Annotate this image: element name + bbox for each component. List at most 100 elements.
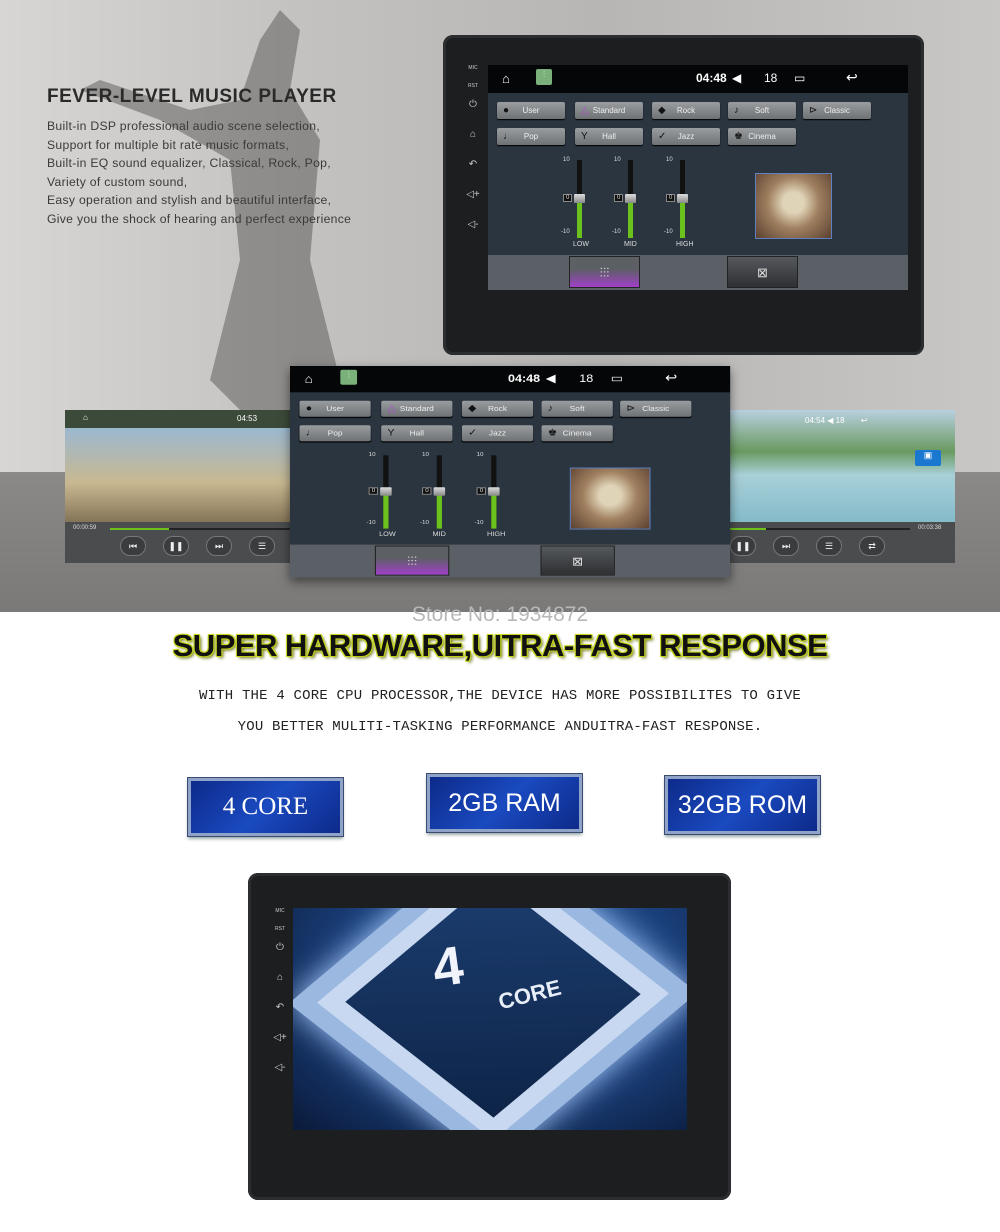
next-button[interactable]: ⏭ [206,536,232,556]
band-slider-low[interactable] [574,160,585,238]
bottom-bar: ⫶⫶⫶ ⊠ [290,544,731,578]
equalizer-button[interactable]: ⫶⫶⫶ [374,545,450,576]
home-icon[interactable]: ⌂ [502,71,510,86]
preset-soft-button[interactable]: ♪ Soft [541,400,613,417]
band-knob[interactable] [677,194,688,203]
pip-button[interactable]: ▣ [915,450,941,466]
band-level-fill [491,491,497,529]
preset-classic-button[interactable]: ⊳ Classic [803,102,871,119]
band-slider-high[interactable] [677,160,688,238]
band-knob[interactable] [625,194,636,203]
back-icon[interactable]: ↶ [268,1002,292,1013]
previous-button[interactable]: ⏮ [120,536,146,556]
home-icon[interactable]: ⌂ [461,129,485,140]
intro-line: Built-in DSP professional audio scene se… [47,119,320,133]
preset-rock-button[interactable]: ◆ Rock [461,400,534,417]
video-frame [725,410,955,528]
band-knob[interactable] [380,487,392,496]
preset-pop-button[interactable]: ♩ Pop [497,128,565,145]
band-label: LOW [573,241,589,248]
intro-line: Give you the shock of hearing and perfec… [47,211,352,226]
preset-hall-button[interactable]: Y Hall [381,425,453,442]
band-min-label: -10 [419,520,430,526]
band-value: 0 [476,487,487,495]
preset-jazz-button[interactable]: ✓ Jazz [652,128,720,145]
preset-hall-button[interactable]: Y Hall [575,128,643,145]
volume-up-icon[interactable]: ◁+ [461,189,485,200]
preset-label: Soft [754,106,770,115]
band-slider-low[interactable] [380,455,392,529]
power-icon[interactable]: ⏻ [268,942,292,953]
back-icon[interactable]: ↩ [846,69,858,86]
status-bar: ⌂ 04:53 [65,410,295,428]
repeat-button[interactable]: ⇄ [859,536,885,556]
band-max-label: 10 [614,157,621,163]
volume-down-icon[interactable]: ◁- [268,1062,292,1073]
preset-cinema-button[interactable]: ♚ Cinema [728,128,796,145]
preset-label: User [326,404,344,413]
band-knob[interactable] [488,487,500,496]
preset-standard-button[interactable]: △ Standard [575,102,643,119]
band-knob[interactable] [574,194,585,203]
store-watermark: Store No: 1934872 [411,603,589,626]
band-value: 0 [563,194,573,202]
playlist-button[interactable]: ☰ [249,536,275,556]
clock: 04:48 [507,371,541,385]
pause-button[interactable]: ❚❚ [730,536,756,556]
band-slider-high[interactable] [488,455,500,529]
preset-soft-button[interactable]: ♪ Soft [728,102,796,119]
volume-icon: ◀ [545,371,556,385]
volume-level: 18 [835,416,845,425]
check-icon: ✓ [468,428,477,439]
band-slider-mid[interactable] [433,455,446,529]
volume-down-icon[interactable]: ◁- [461,219,485,230]
next-button[interactable]: ⏭ [773,536,799,556]
pause-button[interactable]: ❚❚ [163,536,189,556]
equalizer-app-icon[interactable]: ⫶ [536,69,552,85]
recent-apps-icon[interactable]: ▭ [794,71,805,85]
seek-bar[interactable] [730,528,910,530]
band-slider-mid[interactable] [625,160,636,238]
equalizer-app-icon[interactable]: ⫶ [340,369,358,385]
side-button-strip: MIC RST ⏻ ⌂ ↶ ◁+ ◁- [268,908,292,1108]
equalizer-button[interactable]: ⫶⫶⫶ [569,256,640,288]
preset-cinema-button[interactable]: ♚ Cinema [541,425,613,442]
preset-rock-button[interactable]: ◆ Rock [652,102,720,119]
preset-standard-button[interactable]: △ Standard [381,400,453,417]
home-icon[interactable]: ⌂ [268,972,292,983]
recent-apps-icon[interactable]: ▭ [611,372,623,385]
volume-level: 18 [579,371,594,385]
guitar-icon: ♩ [305,428,317,439]
volume-up-icon[interactable]: ◁+ [268,1032,292,1043]
total-time: 00:03:38 [918,525,942,531]
preset-pop-button[interactable]: ♩ Pop [299,425,371,442]
preset-label: Classic [642,404,670,413]
preset-user-button[interactable]: ● User [299,400,371,417]
mic-label: MIC [468,65,478,71]
quad-core-chip-image: 4 CORE [293,908,687,1130]
rock-icon: ◆ [468,403,477,414]
playlist-button[interactable]: ☰ [816,536,842,556]
back-icon[interactable]: ↩ [861,416,868,425]
surround-button[interactable]: ⊠ [727,256,798,288]
side-button-strip: MIC RST ⏻ ⌂ ↶ ◁+ ◁- [461,65,485,265]
band-min-label: -10 [474,520,484,526]
power-icon[interactable]: ⏻ [461,99,485,110]
back-icon[interactable]: ↶ [461,159,485,170]
surround-button[interactable]: ⊠ [540,545,615,576]
seek-bar[interactable] [110,528,295,530]
band-min-label: -10 [664,229,673,235]
preset-jazz-button[interactable]: ✓ Jazz [461,425,534,442]
home-icon[interactable]: ⌂ [305,372,313,386]
volume-icon: ◀ [827,416,834,425]
eq-screen: ⌂ ⫶ 04:48 ◀ 18 ▭ ↩ ● User △ Standard ◆ Rock ♪ Soft ⊳ Cla… [488,65,908,290]
note-icon: ♪ [734,105,739,116]
back-icon[interactable]: ↩ [665,370,677,386]
preset-classic-button[interactable]: ⊳ Classic [620,400,692,417]
preset-user-button[interactable]: ● User [497,102,565,119]
home-icon[interactable]: ⌂ [83,413,88,422]
harp-icon: ⊳ [626,403,636,414]
eq-screen: ⌂ ⫶ 04:48 ◀ 18 ▭ ↩ ● User △ Standard ◆ Rock ♪ Soft ⊳ Cla… [290,366,731,578]
band-knob[interactable] [433,487,446,496]
triangle-icon: △ [581,105,589,116]
